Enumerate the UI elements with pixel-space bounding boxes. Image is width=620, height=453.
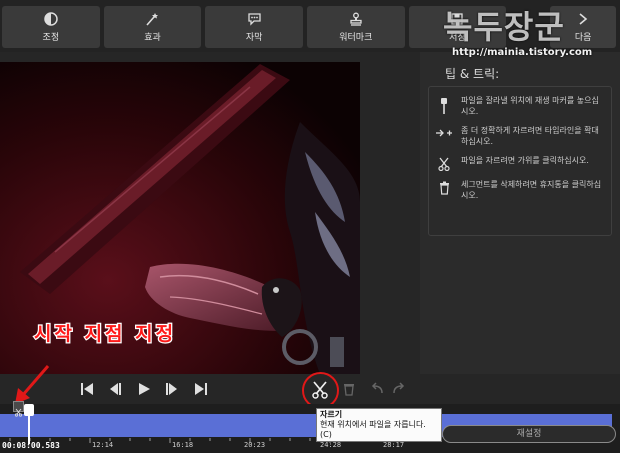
tool-adjust-label: 조정: [42, 33, 60, 43]
start-point-caption-text: 시작 지점 지정: [34, 323, 176, 345]
tip-text: 좀 더 정확하게 자르려면 타임라인을 확대하십시오.: [461, 126, 599, 146]
skip-start-icon[interactable]: [80, 382, 94, 396]
next-frame-icon[interactable]: [165, 382, 179, 396]
tip-item: 파일을 잘라낼 위치에 재생 마커를 놓으십시오.: [435, 95, 605, 117]
tool-subtitle-label: 자막: [245, 33, 263, 43]
play-icon[interactable]: [137, 382, 151, 396]
cut-tooltip: 자르기 현재 위치에서 파일을 자릅니다. (C): [316, 408, 442, 442]
next-label: 다음: [574, 33, 592, 43]
cut-tooltip-title: 자르기: [320, 410, 343, 419]
tip-text: 세그먼트를 삭제하려면 휴지통을 클릭하십시오.: [461, 180, 602, 200]
tool-watermark-button[interactable]: 워터마크: [306, 6, 405, 48]
tip-item: 세그먼트를 삭제하려면 휴지통을 클릭하십시오.: [435, 179, 605, 201]
subtitle-bubble-icon: [246, 11, 262, 27]
scissors-icon: [435, 155, 453, 171]
annotation-arrow: [15, 365, 50, 404]
blog-watermark-title: 녹두장군: [443, 8, 565, 46]
adjust-icon: [43, 11, 59, 27]
tool-subtitle-button[interactable]: 자막: [205, 6, 303, 48]
trash-icon: [435, 179, 453, 195]
magic-wand-icon: [144, 11, 160, 27]
current-time: 00:08:00.583: [0, 441, 62, 450]
undo-icon[interactable]: [370, 382, 384, 396]
tip-text: 파일을 자르려면 가위를 클릭하십시오.: [461, 156, 589, 165]
timeline-tick-label: 16:18: [172, 441, 194, 449]
timeline-tick-label: 24:28: [320, 441, 342, 449]
scissors-icon[interactable]: [311, 381, 329, 399]
scissors-icon: [14, 408, 23, 417]
tool-adjust-button[interactable]: 조정: [2, 6, 100, 48]
tool-watermark-label: 워터마크: [339, 33, 373, 43]
tip-item: 좀 더 정확하게 자르려면 타임라인을 확대하십시오.: [435, 125, 605, 147]
timeline-track[interactable]: [0, 414, 320, 437]
stamp-icon: [348, 11, 364, 27]
trash-icon[interactable]: [342, 382, 356, 396]
next-icon: [575, 11, 591, 27]
tool-effects-button[interactable]: 효과: [103, 6, 202, 48]
cut-tooltip-text: 현재 위치에서 파일을 자릅니다. (C): [320, 420, 426, 439]
zoom-arrows-icon: [435, 125, 453, 139]
prev-frame-icon[interactable]: [108, 382, 122, 396]
timeline-tick-label: 12:14: [92, 441, 114, 449]
segment-marker[interactable]: [13, 401, 24, 417]
tips-title: 팁 & 트릭:: [445, 67, 500, 81]
timeline-tick-label: 28:17: [383, 441, 405, 449]
redo-icon[interactable]: [392, 382, 406, 396]
video-preview: 시작 지점 지정: [0, 62, 360, 374]
skip-end-icon[interactable]: [194, 382, 208, 396]
playhead-handle[interactable]: [24, 404, 34, 416]
tips-panel: 파일을 잘라낼 위치에 재생 마커를 놓으십시오. 좀 더 정확하게 자르려면 …: [428, 86, 612, 236]
timeline-tick-label: 20:23: [244, 441, 266, 449]
marker-pin-icon: [435, 95, 453, 115]
blog-watermark-url: http://mainia.tistory.com: [452, 47, 593, 58]
tool-effects-label: 효과: [144, 33, 161, 43]
tip-item: 파일을 자르려면 가위를 클릭하십시오.: [435, 155, 605, 171]
tip-text: 파일을 잘라낼 위치에 재생 마커를 놓으십시오.: [461, 96, 599, 116]
start-point-caption: 시작 지점 지정: [33, 322, 176, 347]
